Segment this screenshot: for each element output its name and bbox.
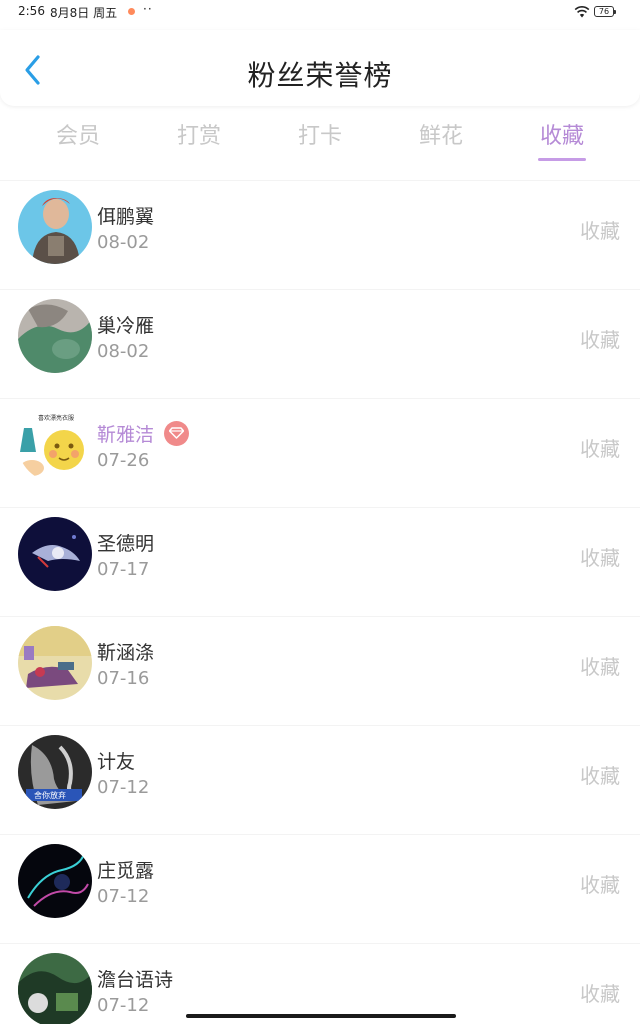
list-item[interactable]: 圣德明 07-17 收藏	[0, 507, 640, 616]
avatar[interactable]	[18, 626, 92, 700]
avatar-caption: 舍你放弃	[34, 790, 66, 800]
avatar-caption: 喜欢漂亮衣服	[38, 414, 74, 422]
user-name: 计友	[97, 750, 136, 773]
favorite-label[interactable]: 收藏	[580, 215, 620, 244]
name-row: 圣德明	[97, 528, 154, 556]
name-row: 靳雅洁	[97, 419, 190, 447]
avatar[interactable]	[18, 190, 92, 264]
user-name: 靳涵涤	[97, 641, 155, 664]
name-row: 计友	[97, 746, 135, 774]
user-date: 08-02	[97, 341, 150, 362]
header: 粉丝荣誉榜	[0, 30, 640, 106]
favorite-label[interactable]: 收藏	[580, 978, 620, 1007]
list-item[interactable]: 喜欢漂亮衣服 靳雅洁 07-26 收藏	[0, 398, 640, 507]
user-date: 07-26	[97, 450, 150, 471]
user-name: 圣德明	[97, 532, 155, 555]
name-row: 佴鹏翼	[97, 201, 154, 229]
notification-dot-icon	[128, 8, 135, 15]
tab-checkin[interactable]: 打卡	[270, 118, 370, 150]
list-item[interactable]: 澹台语诗 07-12 收藏	[0, 943, 640, 1024]
list-item[interactable]: 靳涵涤 07-16 收藏	[0, 616, 640, 725]
list-item[interactable]: 庄觅露 07-12 收藏	[0, 834, 640, 943]
name-row: 澹台语诗	[97, 964, 173, 992]
tab-favorites[interactable]: 收藏	[512, 118, 612, 150]
screen: 2:56 8月8日 周五 ·· 76 粉丝荣誉榜 会员 打赏 打卡 鲜花 收藏	[0, 0, 640, 1024]
avatar[interactable]	[18, 517, 92, 591]
user-name: 靳雅洁	[97, 423, 155, 446]
fan-list: 佴鹏翼 08-02 收藏 巢冷雁 08-02 收藏 喜欢漂亮衣服 靳雅洁 07-…	[0, 180, 640, 1024]
wifi-icon	[574, 5, 590, 18]
battery-icon: 76	[594, 6, 616, 17]
user-name: 巢冷雁	[97, 314, 155, 337]
list-item[interactable]: 舍你放弃 计友 07-12 收藏	[0, 725, 640, 834]
name-row: 庄觅露	[97, 855, 154, 883]
favorite-label[interactable]: 收藏	[580, 433, 620, 462]
page-title: 粉丝荣誉榜	[247, 59, 393, 92]
list-item[interactable]: 佴鹏翼 08-02 收藏	[0, 180, 640, 289]
name-row: 靳涵涤	[97, 637, 154, 665]
tab-membership[interactable]: 会员	[28, 118, 128, 150]
status-date: 8月8日 周五	[50, 6, 118, 20]
user-name: 庄觅露	[97, 859, 155, 882]
favorite-label[interactable]: 收藏	[580, 542, 620, 571]
avatar[interactable]: 喜欢漂亮衣服	[18, 408, 92, 482]
favorite-label[interactable]: 收藏	[580, 760, 620, 789]
vip-diamond-icon	[164, 420, 190, 446]
user-name: 佴鹏翼	[97, 205, 155, 228]
status-time: 2:56	[18, 4, 45, 18]
user-date: 07-16	[97, 668, 150, 689]
user-name: 澹台语诗	[97, 968, 174, 991]
user-date: 07-12	[97, 777, 150, 798]
tab-flowers[interactable]: 鲜花	[391, 118, 491, 150]
avatar[interactable]	[18, 844, 92, 918]
name-row: 巢冷雁	[97, 310, 154, 338]
favorite-label[interactable]: 收藏	[580, 651, 620, 680]
user-date: 07-17	[97, 559, 150, 580]
avatar[interactable]	[18, 299, 92, 373]
status-bar: 2:56 8月8日 周五 ·· 76	[0, 0, 640, 24]
tab-tipping[interactable]: 打赏	[149, 118, 249, 150]
favorite-label[interactable]: 收藏	[580, 324, 620, 353]
favorite-label[interactable]: 收藏	[580, 869, 620, 898]
user-date: 08-02	[97, 232, 150, 253]
user-date: 07-12	[97, 995, 150, 1016]
avatar[interactable]	[18, 953, 92, 1024]
home-indicator[interactable]	[186, 1014, 456, 1018]
active-tab-indicator	[538, 158, 586, 161]
user-date: 07-12	[97, 886, 150, 907]
more-notifications-icon: ··	[143, 2, 153, 16]
list-item[interactable]: 巢冷雁 08-02 收藏	[0, 289, 640, 398]
avatar[interactable]: 舍你放弃	[18, 735, 92, 809]
